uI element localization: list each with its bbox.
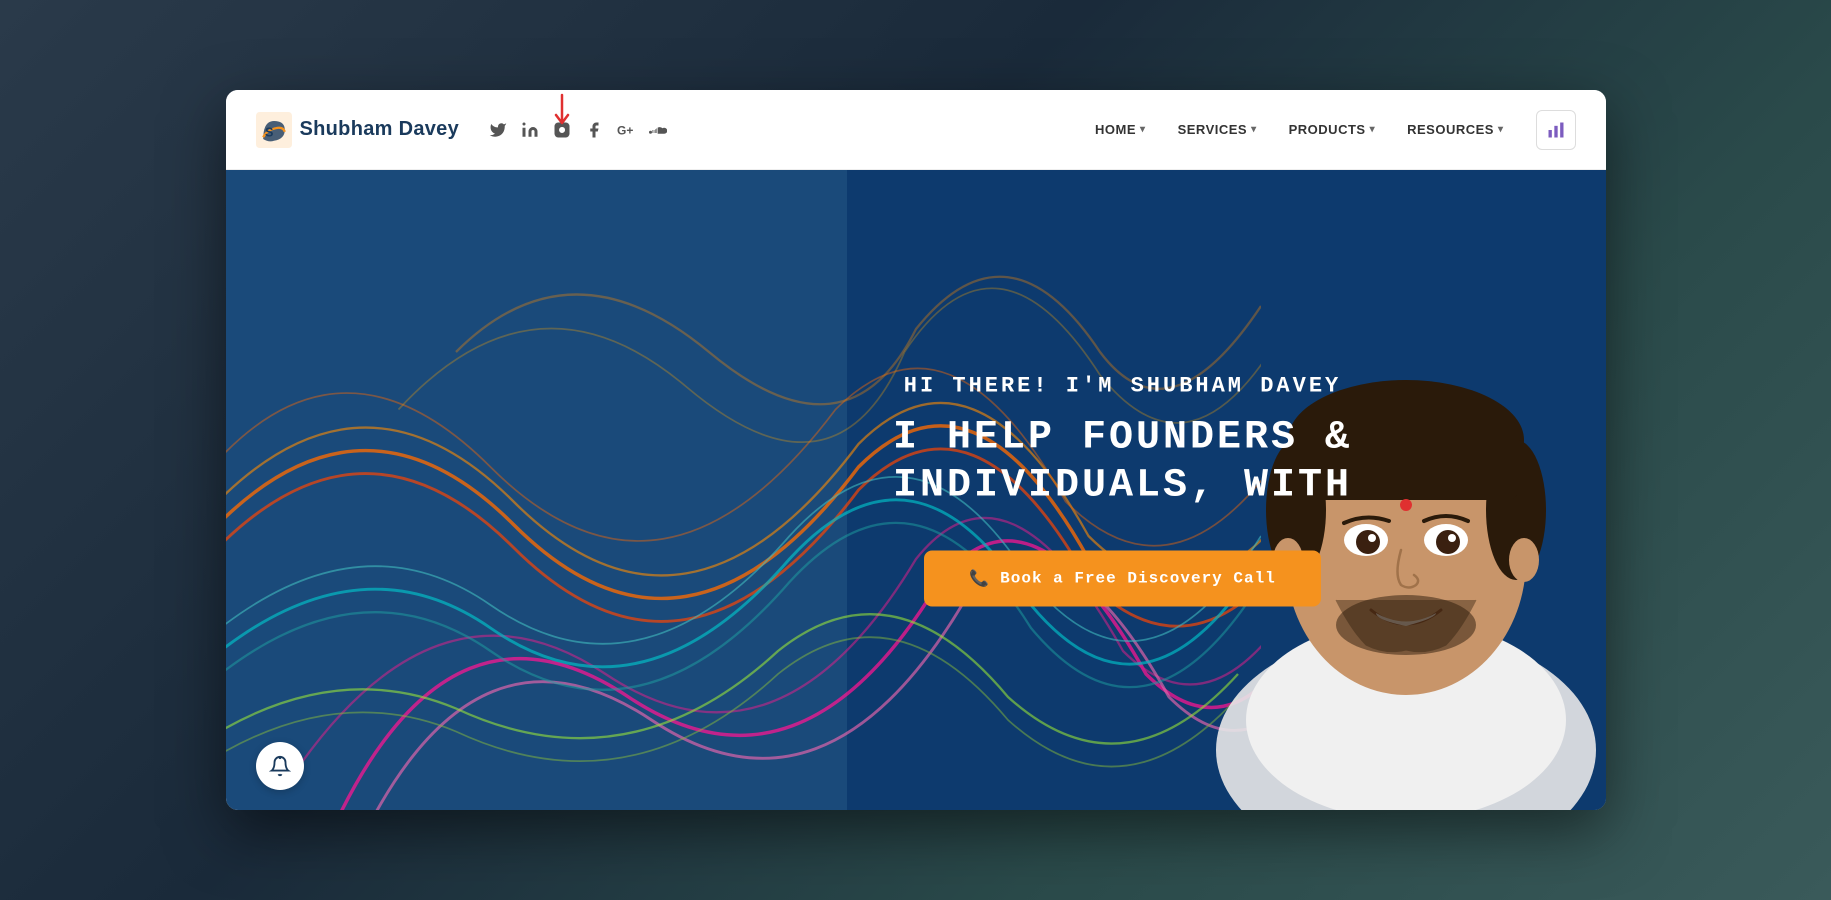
site-header: S Shubham Davey [226,90,1606,170]
nav-resources[interactable]: RESOURCES ▾ [1395,114,1515,145]
logo-area[interactable]: S Shubham Davey [256,112,460,148]
twitter-icon[interactable] [489,121,507,139]
logo-icon: S [256,112,292,148]
main-nav: HOME ▾ SERVICES ▾ PRODUCTS ▾ RESOURCES ▾ [1083,110,1575,150]
hero-subtitle: HI THERE! I'M SHUBHAM DAVEY [778,374,1468,399]
linkedin-icon[interactable] [521,121,539,139]
bell-icon [269,755,291,777]
products-chevron-icon: ▾ [1370,124,1376,135]
nav-home[interactable]: HOME ▾ [1083,114,1158,145]
logo-text: Shubham Davey [300,118,460,141]
red-arrow-indicator [550,93,574,133]
phone-icon: 📞 [969,569,990,589]
facebook-icon[interactable] [585,121,603,139]
cta-discovery-call-button[interactable]: 📞 Book a Free Discovery Call [924,551,1321,607]
hero-section: HI THERE! I'M SHUBHAM DAVEY I HELP FOUND… [226,170,1606,810]
hero-content: HI THERE! I'M SHUBHAM DAVEY I HELP FOUND… [778,374,1468,607]
google-plus-icon[interactable]: G+ [617,121,635,139]
analytics-button[interactable] [1536,110,1576,150]
home-chevron-icon: ▾ [1140,124,1146,135]
instagram-icon[interactable] [553,121,571,139]
social-icons-bar: G+ [489,121,1083,139]
svg-text:G+: G+ [617,123,633,137]
nav-products[interactable]: PRODUCTS ▾ [1277,114,1387,145]
nav-services[interactable]: SERVICES ▾ [1166,114,1269,145]
services-chevron-icon: ▾ [1251,124,1257,135]
chart-icon [1546,120,1566,140]
cta-button-text: Book a Free Discovery Call [1000,570,1276,588]
soundcloud-icon[interactable] [649,121,667,139]
browser-window: S Shubham Davey [226,90,1606,810]
hero-title: I HELP FOUNDERS & INDIVIDUALS, WITH [778,415,1468,511]
resources-chevron-icon: ▾ [1498,124,1504,135]
svg-text:S: S [265,125,273,139]
notification-bell[interactable] [256,742,304,790]
